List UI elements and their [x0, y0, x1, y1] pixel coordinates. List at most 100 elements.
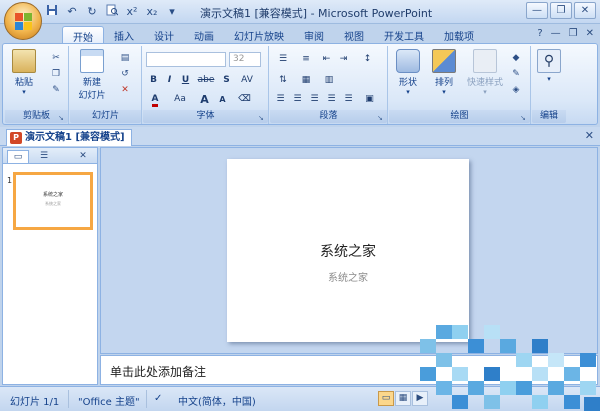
tab-developer[interactable]: 开发工具	[374, 26, 434, 44]
new-slide-label-line2: 幻灯片	[78, 91, 106, 101]
clipboard-launcher-icon[interactable]: ↘	[58, 114, 66, 122]
tab-outline-icon[interactable]: ☰	[33, 150, 55, 163]
tab-home[interactable]: 开始	[62, 26, 104, 44]
font-group-label: 字体	[143, 110, 268, 123]
quick-styles-dropdown-icon: ▾	[483, 88, 487, 96]
underline-button[interactable]: U	[178, 73, 193, 88]
grow-font-button[interactable]: A	[197, 92, 212, 107]
align-center-icon[interactable]: ☰	[290, 92, 305, 107]
char-spacing-button[interactable]: AV	[237, 73, 257, 88]
tab-animations[interactable]: 动画	[184, 26, 224, 44]
shapes-icon	[396, 49, 420, 73]
shadow-button[interactable]: S	[219, 73, 234, 88]
help-icon[interactable]: ?	[537, 28, 542, 39]
tab-review[interactable]: 审阅	[294, 26, 334, 44]
save-icon[interactable]	[44, 4, 60, 20]
doc-minimize-button[interactable]: —	[551, 28, 561, 39]
bold-button[interactable]: B	[146, 73, 161, 88]
font-launcher-icon[interactable]: ↘	[258, 114, 266, 122]
slide-subtitle[interactable]: 系统之家	[227, 269, 469, 284]
watermark-logo	[420, 325, 600, 411]
doc-restore-button[interactable]: ❐	[569, 28, 578, 39]
shapes-button[interactable]: 形状 ▾	[391, 49, 425, 96]
decrease-indent-icon[interactable]: ⇤	[319, 52, 334, 67]
layout-icon[interactable]: ▤	[118, 52, 132, 64]
document-tab[interactable]: P 演示文稿1 [兼容模式]	[6, 129, 132, 146]
slide-sorter-icon[interactable]: ▦	[395, 391, 411, 406]
align-text-icon[interactable]: ▦	[296, 73, 316, 88]
editing-button[interactable]: ⚲ ▾	[532, 49, 566, 83]
numbering-icon[interactable]: ≡	[296, 52, 316, 67]
office-button[interactable]	[4, 2, 42, 40]
paste-button[interactable]: 粘贴 ▾	[7, 49, 41, 96]
change-case-button[interactable]: Aa	[169, 92, 191, 107]
arrange-button[interactable]: 排列 ▾	[427, 49, 461, 96]
doc-close-button[interactable]: ✕	[586, 28, 594, 39]
slides-pane: ▭ ☰ ✕ 1 系统之家 系统之家	[2, 147, 98, 385]
tab-design[interactable]: 设计	[144, 26, 184, 44]
new-slide-icon	[80, 49, 104, 73]
italic-button[interactable]: I	[162, 73, 177, 88]
subscript-icon[interactable]: x₂	[144, 4, 160, 20]
distribute-icon[interactable]: ☰	[341, 92, 356, 107]
align-right-icon[interactable]: ☰	[307, 92, 322, 107]
thumbnail-subtitle: 系统之家	[45, 201, 61, 206]
tab-slideshow[interactable]: 幻灯片放映	[224, 26, 294, 44]
tab-insert[interactable]: 插入	[104, 26, 144, 44]
slide-thumbnail[interactable]: 系统之家 系统之家	[13, 172, 93, 230]
normal-view-icon[interactable]: ▭	[378, 391, 394, 406]
font-name-combo[interactable]	[146, 52, 226, 67]
line-spacing-icon[interactable]: ↕	[360, 52, 375, 67]
restore-button[interactable]: ❐	[550, 2, 572, 19]
strikethrough-button[interactable]: abe	[196, 73, 216, 88]
document-close-icon[interactable]: ✕	[585, 129, 594, 142]
reset-slide-icon[interactable]: ↺	[118, 68, 132, 80]
font-size-combo[interactable]: 32	[229, 52, 261, 67]
slide-canvas[interactable]: 系统之家 系统之家	[227, 159, 469, 342]
arrange-dropdown-icon: ▾	[442, 88, 446, 96]
delete-slide-icon[interactable]: ✕	[118, 84, 132, 96]
bullets-icon[interactable]: ☰	[273, 52, 293, 67]
quick-styles-button[interactable]: 快速样式 ▾	[463, 49, 507, 96]
clear-format-icon[interactable]: ⌫	[237, 92, 252, 107]
tab-addins[interactable]: 加载项	[434, 26, 484, 44]
align-left-icon[interactable]: ☰	[273, 92, 288, 107]
text-direction-icon[interactable]: ⇅	[273, 73, 293, 88]
shrink-font-button[interactable]: A	[215, 92, 230, 107]
increase-indent-icon[interactable]: ⇥	[336, 52, 351, 67]
smartart-icon[interactable]: ▣	[362, 92, 377, 107]
tab-slides-icon[interactable]: ▭	[7, 150, 29, 163]
new-slide-button[interactable]: 新建 幻灯片	[72, 49, 112, 101]
font-color-button[interactable]: A	[146, 92, 164, 107]
paste-label: 粘贴	[14, 78, 33, 88]
close-button[interactable]: ✕	[574, 2, 596, 19]
copy-icon[interactable]: ❐	[49, 68, 63, 80]
slides-group-label: 幻灯片	[70, 110, 141, 123]
ribbon-tabs-bar: 开始 插入 设计 动画 幻灯片放映 审阅 视图 开发工具 加载项 ? — ❐ ✕	[0, 24, 600, 44]
cut-icon[interactable]: ✂	[49, 52, 63, 64]
shape-effects-icon[interactable]: ◈	[509, 84, 523, 96]
undo-icon[interactable]: ↶	[64, 4, 80, 20]
justify-icon[interactable]: ☰	[324, 92, 339, 107]
tab-view[interactable]: 视图	[334, 26, 374, 44]
drawing-launcher-icon[interactable]: ↘	[520, 114, 528, 122]
arrange-label: 排列	[434, 78, 453, 88]
customize-qat-icon[interactable]: ▾	[164, 4, 180, 20]
pane-close-icon[interactable]: ✕	[75, 150, 91, 163]
slide-title[interactable]: 系统之家	[227, 241, 469, 261]
quick-access-toolbar: ↶ ↻ x² x₂ ▾	[44, 4, 180, 20]
columns-icon[interactable]: ▥	[319, 73, 339, 88]
paragraph-launcher-icon[interactable]: ↘	[377, 114, 385, 122]
ribbon-right-controls: ? — ❐ ✕	[537, 28, 594, 39]
superscript-icon[interactable]: x²	[124, 4, 140, 20]
minimize-button[interactable]: —	[526, 2, 548, 19]
format-painter-icon[interactable]: ✎	[49, 84, 63, 96]
print-preview-icon[interactable]	[104, 4, 120, 20]
shape-fill-icon[interactable]: ◆	[509, 52, 523, 64]
window-title: 演示文稿1 [兼容模式] - Microsoft PowerPoint	[200, 7, 433, 20]
spell-check-icon[interactable]: ✓	[154, 393, 162, 404]
slide-counter: 幻灯片 1/1	[10, 397, 60, 408]
redo-icon[interactable]: ↻	[84, 4, 100, 20]
editing-dropdown-icon: ▾	[547, 75, 551, 83]
shape-outline-icon[interactable]: ✎	[509, 68, 523, 80]
